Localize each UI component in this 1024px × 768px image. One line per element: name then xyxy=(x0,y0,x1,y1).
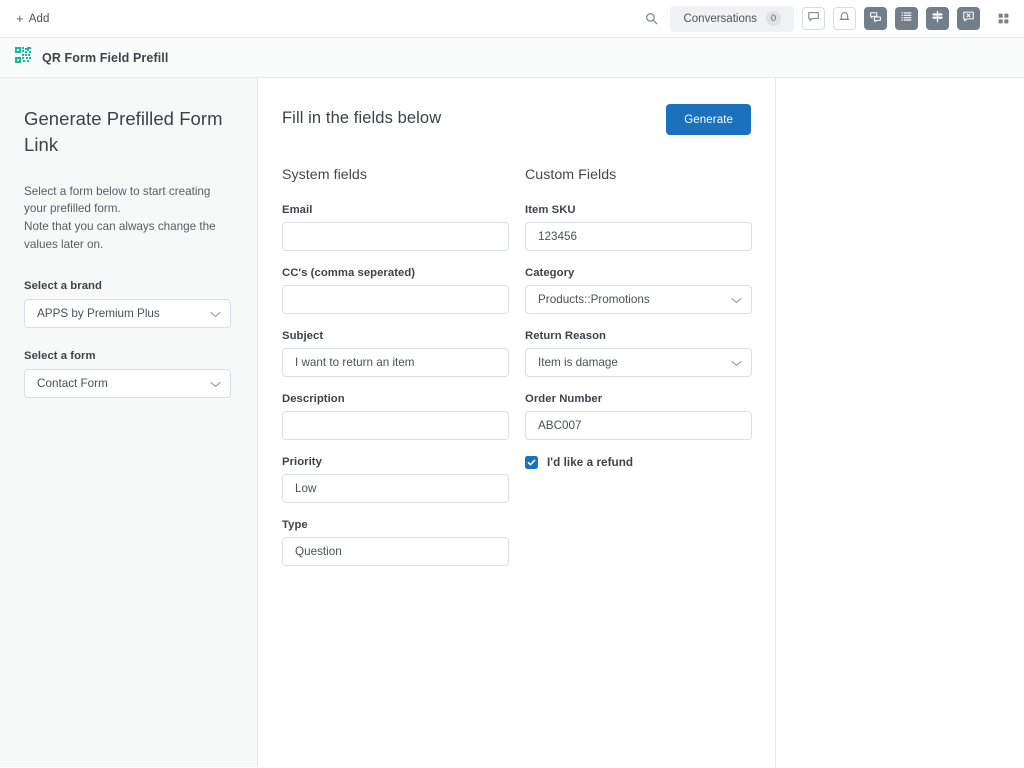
field-label: Type xyxy=(282,519,509,531)
form-group: Priority Low xyxy=(282,456,509,503)
comment-icon xyxy=(807,10,820,28)
system-fields-list: Email CC's (comma seperated) Subject I want… xyxy=(282,204,509,566)
bell-icon-button[interactable] xyxy=(833,7,856,30)
form-group: Description xyxy=(282,393,509,440)
sidebar-panel: Generate Prefilled Form Link Select a fo… xyxy=(0,78,258,767)
custom-fields-list: Item SKU123456CategoryProducts::Promotio… xyxy=(525,204,752,440)
field-input[interactable]: Question xyxy=(282,537,509,566)
select-brand-wrapper: APPS by Premium Plus xyxy=(24,299,231,328)
add-button-label: Add xyxy=(29,13,50,25)
conversations-count-badge: 0 xyxy=(766,11,781,26)
system-fields-column: System fields Email CC's (comma seperated… xyxy=(282,167,509,582)
form-group: Return Reason Item is damage xyxy=(525,330,752,377)
field-control-wrapper xyxy=(282,285,509,314)
chat-bubbles-icon-button[interactable] xyxy=(864,7,887,30)
form-group: Subject I want to return an item xyxy=(282,330,509,377)
select-form-wrapper: Contact Form xyxy=(24,369,231,398)
field-input[interactable]: ABC007 xyxy=(525,411,752,440)
field-control-wrapper xyxy=(282,222,509,251)
field-dropdown[interactable]: Item is damage xyxy=(525,348,752,377)
refund-checkbox-label: I'd like a refund xyxy=(547,456,633,469)
main-title: Fill in the fields below xyxy=(282,104,441,128)
app-header: QR Form Field Prefill xyxy=(0,38,1024,78)
conversations-label: Conversations xyxy=(683,13,757,25)
field-control-wrapper: I want to return an item xyxy=(282,348,509,377)
qr-code-icon xyxy=(14,46,32,69)
list-icon-button[interactable] xyxy=(895,7,918,30)
filter-icon-button[interactable] xyxy=(926,7,949,30)
search-icon[interactable] xyxy=(640,8,662,30)
form-group: Order Number ABC007 xyxy=(525,393,752,440)
field-label: Subject xyxy=(282,330,509,342)
list-icon xyxy=(900,10,913,28)
field-input[interactable] xyxy=(282,222,509,251)
refund-checkbox[interactable] xyxy=(525,456,538,469)
field-label: Item SKU xyxy=(525,204,752,216)
main-panel: Fill in the fields below Generate System… xyxy=(258,78,776,767)
refund-checkbox-row[interactable]: I'd like a refund xyxy=(525,456,752,469)
app-title: QR Form Field Prefill xyxy=(42,51,168,65)
generate-button[interactable]: Generate xyxy=(666,104,751,135)
field-label: Return Reason xyxy=(525,330,752,342)
field-input[interactable]: Low xyxy=(282,474,509,503)
fields-columns: System fields Email CC's (comma seperated… xyxy=(282,167,751,582)
sidebar-description: Select a form below to start creating yo… xyxy=(24,183,231,255)
page-title: Generate Prefilled Form Link xyxy=(24,106,231,159)
field-control-wrapper: Low xyxy=(282,474,509,503)
form-group: Item SKU 123456 xyxy=(525,204,752,251)
field-control-wrapper: Question xyxy=(282,537,509,566)
field-label: Priority xyxy=(282,456,509,468)
bell-icon xyxy=(838,10,851,28)
close-bubble-icon xyxy=(962,10,975,28)
main-header: Fill in the fields below Generate xyxy=(282,104,751,135)
field-input[interactable]: 123456 xyxy=(525,222,752,251)
select-form-dropdown[interactable]: Contact Form xyxy=(24,369,231,398)
field-input[interactable]: I want to return an item xyxy=(282,348,509,377)
form-group: CC's (comma seperated) xyxy=(282,267,509,314)
custom-fields-column: Custom Fields Item SKU123456CategoryProd… xyxy=(525,167,752,582)
field-control-wrapper: 123456 xyxy=(525,222,752,251)
custom-fields-title: Custom Fields xyxy=(525,167,752,183)
field-label: Order Number xyxy=(525,393,752,405)
toolbar-actions: Conversations 0 xyxy=(640,6,1014,32)
select-brand-dropdown[interactable]: APPS by Premium Plus xyxy=(24,299,231,328)
field-label: Description xyxy=(282,393,509,405)
right-pane xyxy=(776,78,1024,767)
field-label: Email xyxy=(282,204,509,216)
conversations-pill[interactable]: Conversations 0 xyxy=(670,6,794,32)
field-dropdown[interactable]: Products::Promotions xyxy=(525,285,752,314)
system-fields-title: System fields xyxy=(282,167,509,183)
field-label: CC's (comma seperated) xyxy=(282,267,509,279)
field-input[interactable] xyxy=(282,285,509,314)
field-control-wrapper: ABC007 xyxy=(525,411,752,440)
field-input[interactable] xyxy=(282,411,509,440)
select-form-label: Select a form xyxy=(24,350,231,362)
grid-apps-icon[interactable] xyxy=(992,8,1014,30)
select-brand-label: Select a brand xyxy=(24,280,231,292)
field-control-wrapper xyxy=(282,411,509,440)
add-button[interactable]: + Add xyxy=(12,9,53,28)
form-group: Email xyxy=(282,204,509,251)
field-control-wrapper: Products::Promotions xyxy=(525,285,752,314)
plus-icon: + xyxy=(16,12,24,25)
field-control-wrapper: Item is damage xyxy=(525,348,752,377)
field-label: Category xyxy=(525,267,752,279)
comment-icon-button[interactable] xyxy=(802,7,825,30)
workspace: Generate Prefilled Form Link Select a fo… xyxy=(0,78,1024,767)
chat-bubbles-icon xyxy=(869,10,882,28)
top-toolbar: + Add Conversations 0 xyxy=(0,0,1024,38)
filter-icon xyxy=(931,10,944,28)
close-bubble-icon-button[interactable] xyxy=(957,7,980,30)
form-group: CategoryProducts::Promotions xyxy=(525,267,752,314)
form-group: Type Question xyxy=(282,519,509,566)
